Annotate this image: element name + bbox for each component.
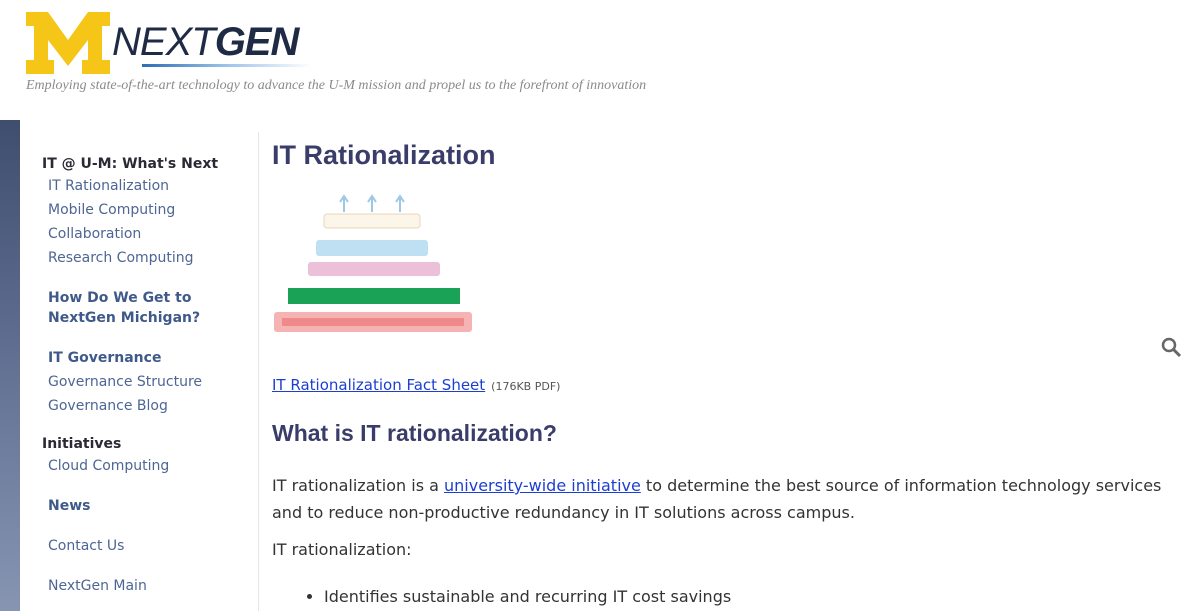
sidebar-item-it-rationalization[interactable]: IT Rationalization: [48, 178, 169, 194]
tagline: Employing state-of-the-art technology to…: [26, 78, 647, 93]
university-wide-initiative-link[interactable]: university-wide initiative: [444, 476, 641, 495]
sidebar-item-news[interactable]: News: [48, 498, 90, 514]
diagram-layer-pink: [308, 262, 440, 276]
factsheet-size-note: (176KB PDF): [491, 380, 561, 393]
diagram-top-arrows: [339, 194, 405, 212]
sidebar-heading-initiatives: Initiatives: [42, 436, 122, 452]
logo-next: NEXT: [112, 20, 216, 64]
rationalization-list: Identifies sustainable and recurring IT …: [272, 587, 731, 606]
nextgen-logo-text[interactable]: NEXTGEN: [112, 20, 300, 64]
sidebar-item-research-computing[interactable]: Research Computing: [48, 250, 194, 266]
logo-gen: GEN: [214, 20, 300, 64]
section-heading: What is IT rationalization?: [272, 420, 557, 446]
sidebar-item-governance-blog[interactable]: Governance Blog: [48, 398, 168, 414]
diagram-layer-green: [288, 288, 460, 304]
sidebar-divider: [258, 132, 259, 611]
sidebar-item-collaboration[interactable]: Collaboration: [48, 226, 141, 242]
factsheet-line: IT Rationalization Fact Sheet (176KB PDF): [272, 376, 560, 394]
sidebar-item-mobile-computing[interactable]: Mobile Computing: [48, 202, 175, 218]
sidebar-heading-whats-next: IT @ U-M: What's Next: [42, 156, 219, 172]
sidebar-link-how-line1[interactable]: How Do We Get to: [48, 290, 191, 306]
site-header: NEXTGEN Employing state-of-the-art techn…: [0, 0, 1200, 120]
page-title: IT Rationalization: [272, 140, 496, 170]
list-intro: IT rationalization:: [272, 540, 412, 559]
sidebar-item-cloud-computing[interactable]: Cloud Computing: [48, 458, 169, 474]
diagram-layer-top: [323, 213, 421, 229]
sidebar-item-nextgen-main[interactable]: NextGen Main: [48, 578, 147, 594]
diagram-layer-blue: [316, 240, 428, 256]
sidebar-link-how-line2[interactable]: NextGen Michigan?: [48, 310, 200, 326]
factsheet-link[interactable]: IT Rationalization Fact Sheet: [272, 376, 485, 394]
block-m-logo[interactable]: [26, 12, 110, 74]
left-decorative-stripe: [0, 120, 20, 611]
sidebar-item-contact-us[interactable]: Contact Us: [48, 538, 124, 554]
logo-underline: [142, 64, 312, 67]
list-item: Identifies sustainable and recurring IT …: [324, 587, 731, 606]
sidebar-nav: IT @ U-M: What's Next IT Rationalization…: [28, 132, 258, 611]
magnifier-icon[interactable]: [1160, 336, 1182, 358]
intro-paragraph: IT rationalization is a university-wide …: [272, 472, 1177, 526]
main-content: IT Rationalization IT Rationalization Fa…: [272, 132, 1182, 611]
para-text-before: IT rationalization is a: [272, 476, 444, 495]
sidebar-item-governance-structure[interactable]: Governance Structure: [48, 374, 202, 390]
diagram-layer-red-inner: [282, 318, 464, 326]
sidebar-item-it-governance[interactable]: IT Governance: [48, 350, 161, 366]
it-rationalization-diagram[interactable]: [272, 190, 477, 338]
